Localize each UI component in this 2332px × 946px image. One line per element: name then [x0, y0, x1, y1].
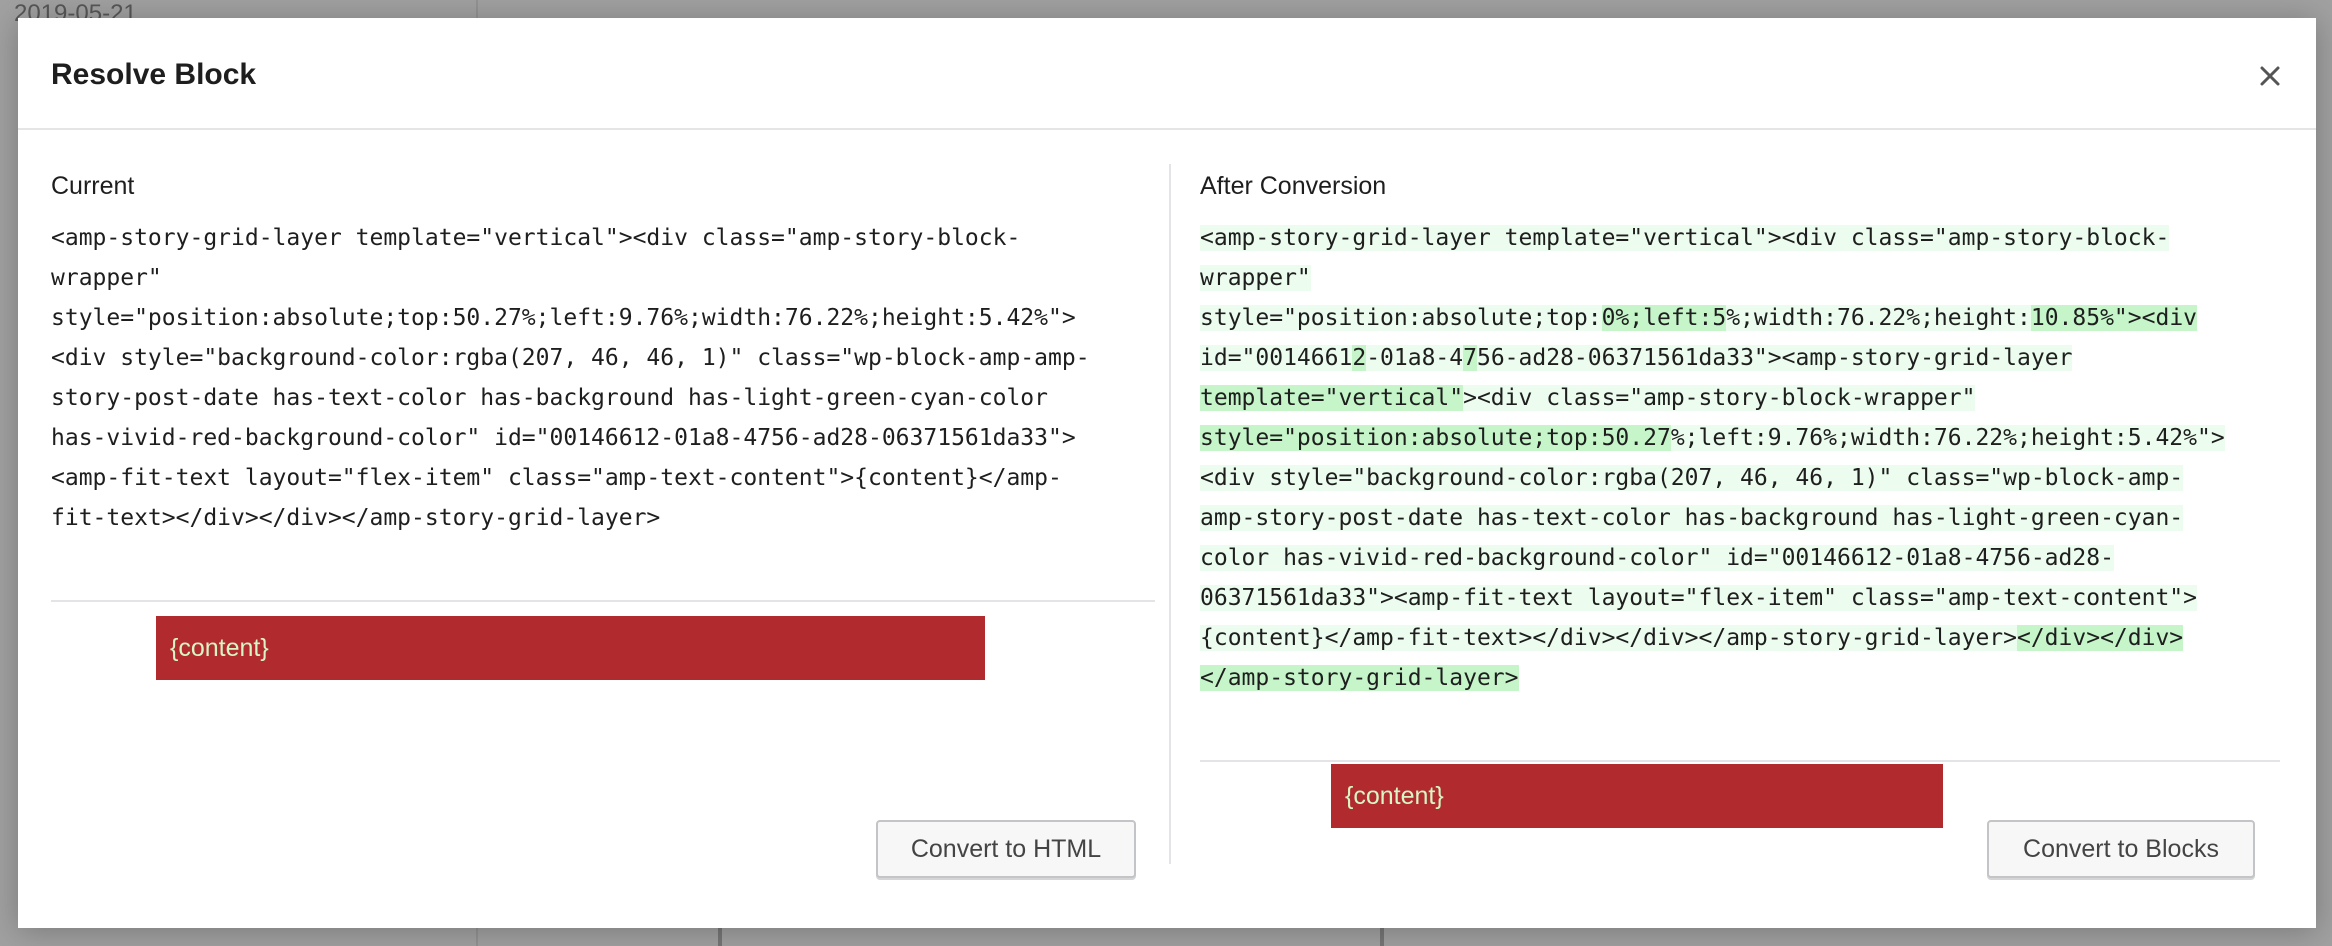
current-code-line: <amp-story-grid-layer template="vertical…: [51, 225, 1021, 251]
after-code-line: <amp-story-grid-layer template="vertical…: [1200, 218, 2280, 258]
modal-header: Resolve Block: [18, 18, 2316, 130]
current-code-line: <div style="background-color:rgba(207, 4…: [51, 345, 1090, 371]
after-code-line: 06371561da33"><amp-fit-text layout="flex…: [1200, 578, 2280, 618]
current-code-line: fit-text></div></div></amp-story-grid-la…: [51, 505, 661, 531]
after-code-line: wrapper": [1200, 258, 2280, 298]
after-code-line: <div style="background-color:rgba(207, 4…: [1200, 458, 2280, 498]
current-separator: [51, 600, 1155, 602]
current-title: Current: [51, 172, 135, 200]
convert-to-blocks-button[interactable]: Convert to Blocks: [1987, 820, 2255, 878]
diff-added-segment: 10.85%"><div: [2030, 305, 2198, 331]
diff-added-segment: 0%;left:5: [1601, 305, 1727, 331]
after-code-line: amp-story-post-date has-text-color has-b…: [1200, 498, 2280, 538]
diff-context-segment: style="position:absolute;top:: [1200, 305, 1602, 331]
current-code-line: wrapper": [51, 265, 162, 291]
after-code-line: </amp-story-grid-layer>: [1200, 658, 2280, 698]
after-separator: [1200, 760, 2280, 762]
diff-context-segment: ><div class="amp-story-block-wrapper": [1463, 385, 1976, 411]
diff-context-segment: %;left:9.76%;width:76.22%;height:5.42%">: [1670, 425, 2225, 451]
background-bar: [1380, 926, 1384, 946]
diff-context-segment: <div style="background-color:rgba(207, 4…: [1200, 465, 2184, 491]
diff-added-segment: </amp-story-grid-layer>: [1200, 665, 1519, 691]
column-divider: [1169, 164, 1171, 864]
after-conversion-code: <amp-story-grid-layer template="vertical…: [1200, 218, 2280, 698]
diff-context-segment: 06371561da33"><amp-fit-text layout="flex…: [1200, 585, 2197, 611]
diff-context-segment: amp-story-post-date has-text-color has-b…: [1200, 505, 2184, 531]
convert-to-html-button[interactable]: Convert to HTML: [876, 820, 1136, 878]
current-code-line: has-vivid-red-background-color" id="0014…: [51, 425, 1076, 451]
diff-context-segment: %;width:76.22%;height:: [1726, 305, 2031, 331]
diff-added-segment: template="vertical": [1200, 385, 1464, 411]
current-code-line: <amp-fit-text layout="flex-item" class="…: [51, 465, 1062, 491]
current-code-line: style="position:absolute;top:50.27%;left…: [51, 305, 1076, 331]
after-code-line: {content}</amp-fit-text></div></div></am…: [1200, 618, 2280, 658]
after-code-line: color has-vivid-red-background-color" id…: [1200, 538, 2280, 578]
close-icon: [2258, 64, 2282, 93]
after-code-line: style="position:absolute;top:0%;left:5%;…: [1200, 298, 2280, 338]
background-bar: [718, 926, 722, 946]
diff-context-segment: {content}</amp-fit-text></div></div></am…: [1200, 625, 2017, 651]
after-code-line: id="00146612-01a8-4756-ad28-06371561da33…: [1200, 338, 2280, 378]
diff-context-segment: <amp-story-grid-layer template="vertical…: [1200, 225, 2170, 251]
diff-added-segment: style="position:absolute;top:50.27: [1200, 425, 1671, 451]
after-conversion-column: After Conversion <amp-story-grid-layer t…: [1200, 164, 2280, 698]
current-code-line: story-post-date has-text-color has-backg…: [51, 385, 1048, 411]
resolve-block-modal: Resolve Block Current <amp-story-grid-la…: [18, 18, 2316, 928]
diff-added-segment: 2: [1352, 345, 1367, 371]
diff-context-segment: 56-ad28-06371561da33"><amp-story-grid-la…: [1476, 345, 2073, 371]
modal-title: Resolve Block: [51, 58, 257, 91]
diff-context-segment: id="0014661: [1200, 345, 1353, 371]
diff-added-segment: </div></div>: [2016, 625, 2184, 651]
close-button[interactable]: [2248, 56, 2292, 100]
after-conversion-title: After Conversion: [1200, 172, 1387, 200]
diff-added-segment: 7: [1463, 345, 1477, 371]
after-code-line: template="vertical"><div class="amp-stor…: [1200, 378, 2280, 418]
current-column: Current <amp-story-grid-layer template="…: [51, 164, 1155, 538]
current-code: <amp-story-grid-layer template="vertical…: [51, 218, 1155, 538]
after-preview-text: {content}: [1345, 781, 1444, 810]
after-preview-block: {content}: [1331, 764, 1943, 828]
comparison-columns: Current <amp-story-grid-layer template="…: [18, 164, 2316, 882]
current-preview-block: {content}: [156, 616, 985, 680]
diff-context-segment: wrapper": [1200, 265, 1311, 291]
diff-context-segment: -01a8-4: [1366, 345, 1464, 371]
after-code-line: style="position:absolute;top:50.27%;left…: [1200, 418, 2280, 458]
diff-context-segment: color has-vivid-red-background-color" id…: [1200, 545, 2114, 571]
current-preview-text: {content}: [170, 633, 269, 662]
